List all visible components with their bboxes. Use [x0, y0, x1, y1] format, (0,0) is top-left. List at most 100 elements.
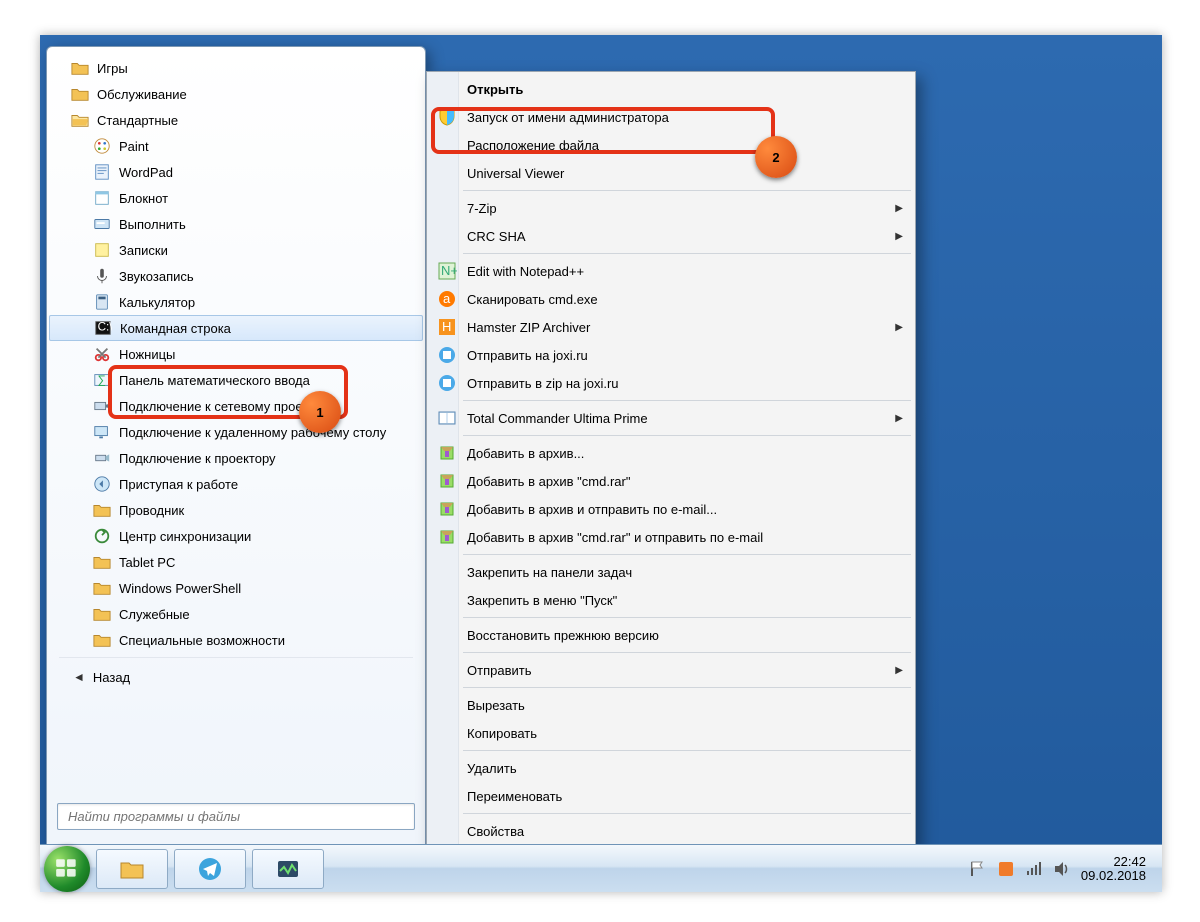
accessory-getting[interactable]: Приступая к работе	[49, 471, 423, 497]
context-menu-item[interactable]: N+Edit with Notepad++	[429, 257, 913, 285]
accessory-wordpad[interactable]: WordPad	[49, 159, 423, 185]
accessory-proj[interactable]: Подключение к проектору	[49, 445, 423, 471]
wordpad-icon	[93, 163, 111, 181]
run-icon	[93, 215, 111, 233]
subfolder-item[interactable]: Tablet PC	[49, 549, 423, 575]
avast-icon: a	[437, 289, 457, 309]
submenu-arrow-icon: ▶	[895, 231, 903, 242]
context-menu-label: Переименовать	[467, 789, 562, 804]
context-menu-item[interactable]: Свойства	[429, 817, 913, 845]
winrar-icon	[437, 443, 457, 463]
rdp-icon	[93, 423, 111, 441]
context-menu-label: Копировать	[467, 726, 537, 741]
step-number: 1	[316, 405, 323, 420]
context-menu-separator	[463, 190, 911, 191]
accessory-run[interactable]: Выполнить	[49, 211, 423, 237]
context-menu-item[interactable]: 7-Zip▶	[429, 194, 913, 222]
context-menu-item[interactable]: Отправить▶	[429, 656, 913, 684]
netproj-icon	[93, 397, 111, 415]
tray-app-icon[interactable]	[997, 860, 1015, 878]
svg-text:a: a	[443, 291, 451, 306]
context-menu-item[interactable]: Переименовать	[429, 782, 913, 810]
folder-maintenance[interactable]: Обслуживание	[49, 81, 423, 107]
context-menu-label: Добавить в архив...	[467, 446, 584, 461]
accessory-netproj[interactable]: Подключение к сетевому проектору	[49, 393, 423, 419]
accessory-mic[interactable]: Звукозапись	[49, 263, 423, 289]
accessory-rdp[interactable]: Подключение к удаленному рабочему столу	[49, 419, 423, 445]
context-menu-label: Total Commander Ultima Prime	[467, 411, 648, 426]
context-menu-item[interactable]: Восстановить прежнюю версию	[429, 621, 913, 649]
math-icon: ∑	[93, 371, 111, 389]
context-menu-separator	[463, 554, 911, 555]
step-badge-1: 1	[299, 391, 341, 433]
tray-volume-icon[interactable]	[1053, 860, 1071, 878]
tray-flag-icon[interactable]	[969, 860, 987, 878]
context-menu-separator	[463, 435, 911, 436]
context-menu-item[interactable]: Расположение файла	[429, 131, 913, 159]
context-menu-item[interactable]: Удалить	[429, 754, 913, 782]
prog-label: Paint	[119, 139, 149, 154]
tray-clock[interactable]: 22:42 09.02.2018	[1081, 855, 1146, 883]
sticky-icon	[93, 241, 111, 259]
accessory-notepad[interactable]: Блокнот	[49, 185, 423, 211]
prog-label: Блокнот	[119, 191, 168, 206]
context-menu-item[interactable]: Закрепить на панели задач	[429, 558, 913, 586]
start-button[interactable]	[44, 846, 90, 892]
context-menu-item[interactable]: Отправить в zip на joxi.ru	[429, 369, 913, 397]
tray-network-icon[interactable]	[1025, 860, 1043, 878]
back-button[interactable]: ◄ Назад	[49, 662, 423, 692]
taskbar-app-telegram[interactable]	[174, 849, 246, 889]
context-menu-item[interactable]: Добавить в архив...	[429, 439, 913, 467]
subfolder-item[interactable]: Специальные возможности	[49, 627, 423, 653]
accessory-paint[interactable]: Paint	[49, 133, 423, 159]
context-menu-label: Удалить	[467, 761, 517, 776]
subfolder-item[interactable]: Служебные	[49, 601, 423, 627]
accessory-snip[interactable]: Ножницы	[49, 341, 423, 367]
taskbar-pinned-explorer[interactable]	[96, 849, 168, 889]
context-menu-item[interactable]: Вырезать	[429, 691, 913, 719]
taskbar-app-taskmgr[interactable]	[252, 849, 324, 889]
context-menu-item[interactable]: Закрепить в меню "Пуск"	[429, 586, 913, 614]
accessory-sync[interactable]: Центр синхронизации	[49, 523, 423, 549]
context-menu-item[interactable]: Копировать	[429, 719, 913, 747]
context-menu-label: Запуск от имени администратора	[467, 110, 669, 125]
context-menu-item[interactable]: Добавить в архив и отправить по e-mail..…	[429, 495, 913, 523]
accessory-calc[interactable]: Калькулятор	[49, 289, 423, 315]
context-menu-item[interactable]: Отправить на joxi.ru	[429, 341, 913, 369]
subfolder-item[interactable]: Windows PowerShell	[49, 575, 423, 601]
context-menu-item[interactable]: CRC SHA▶	[429, 222, 913, 250]
folder-label: Windows PowerShell	[119, 581, 241, 596]
context-menu-item[interactable]: Total Commander Ultima Prime▶	[429, 404, 913, 432]
context-menu-item[interactable]: HHamster ZIP Archiver▶	[429, 313, 913, 341]
svg-text:∑: ∑	[98, 374, 106, 387]
context-menu-item[interactable]: Открыть	[429, 75, 913, 103]
accessory-cmd[interactable]: C:\Командная строка	[49, 315, 423, 341]
accessory-math[interactable]: ∑Панель математического ввода	[49, 367, 423, 393]
accessory-sticky[interactable]: Записки	[49, 237, 423, 263]
context-menu-label: Закрепить на панели задач	[467, 565, 632, 580]
npp-icon: N+	[437, 261, 457, 281]
context-menu-item[interactable]: Добавить в архив "cmd.rar" и отправить п…	[429, 523, 913, 551]
joxi-icon	[437, 345, 457, 365]
context-menu-separator	[463, 813, 911, 814]
search-input[interactable]	[57, 803, 415, 830]
folder-accessories[interactable]: Стандартные	[49, 107, 423, 133]
context-menu-label: Добавить в архив "cmd.rar" и отправить п…	[467, 530, 763, 545]
context-menu-item[interactable]: Запуск от имени администратора	[429, 103, 913, 131]
context-menu-item[interactable]: Universal Viewer	[429, 159, 913, 187]
prog-label: Подключение к удаленному рабочему столу	[119, 425, 386, 440]
context-menu-item[interactable]: Добавить в архив "cmd.rar"	[429, 467, 913, 495]
notepad-icon	[93, 189, 111, 207]
search-wrap	[47, 795, 425, 844]
windows-logo-icon	[54, 856, 80, 882]
accessory-explorer[interactable]: Проводник	[49, 497, 423, 523]
program-list: Игры Обслуживание Стандартные Paint WordP…	[47, 55, 425, 795]
hamster-icon: H	[437, 317, 457, 337]
folder-games[interactable]: Игры	[49, 55, 423, 81]
context-menu-item[interactable]: aСканировать cmd.exe	[429, 285, 913, 313]
prog-label: Выполнить	[119, 217, 186, 232]
start-menu-programs-panel: Игры Обслуживание Стандартные Paint WordP…	[46, 46, 426, 844]
back-label: Назад	[93, 670, 130, 685]
separator	[59, 657, 413, 658]
desktop: Игры Обслуживание Стандартные Paint WordP…	[40, 35, 1162, 892]
